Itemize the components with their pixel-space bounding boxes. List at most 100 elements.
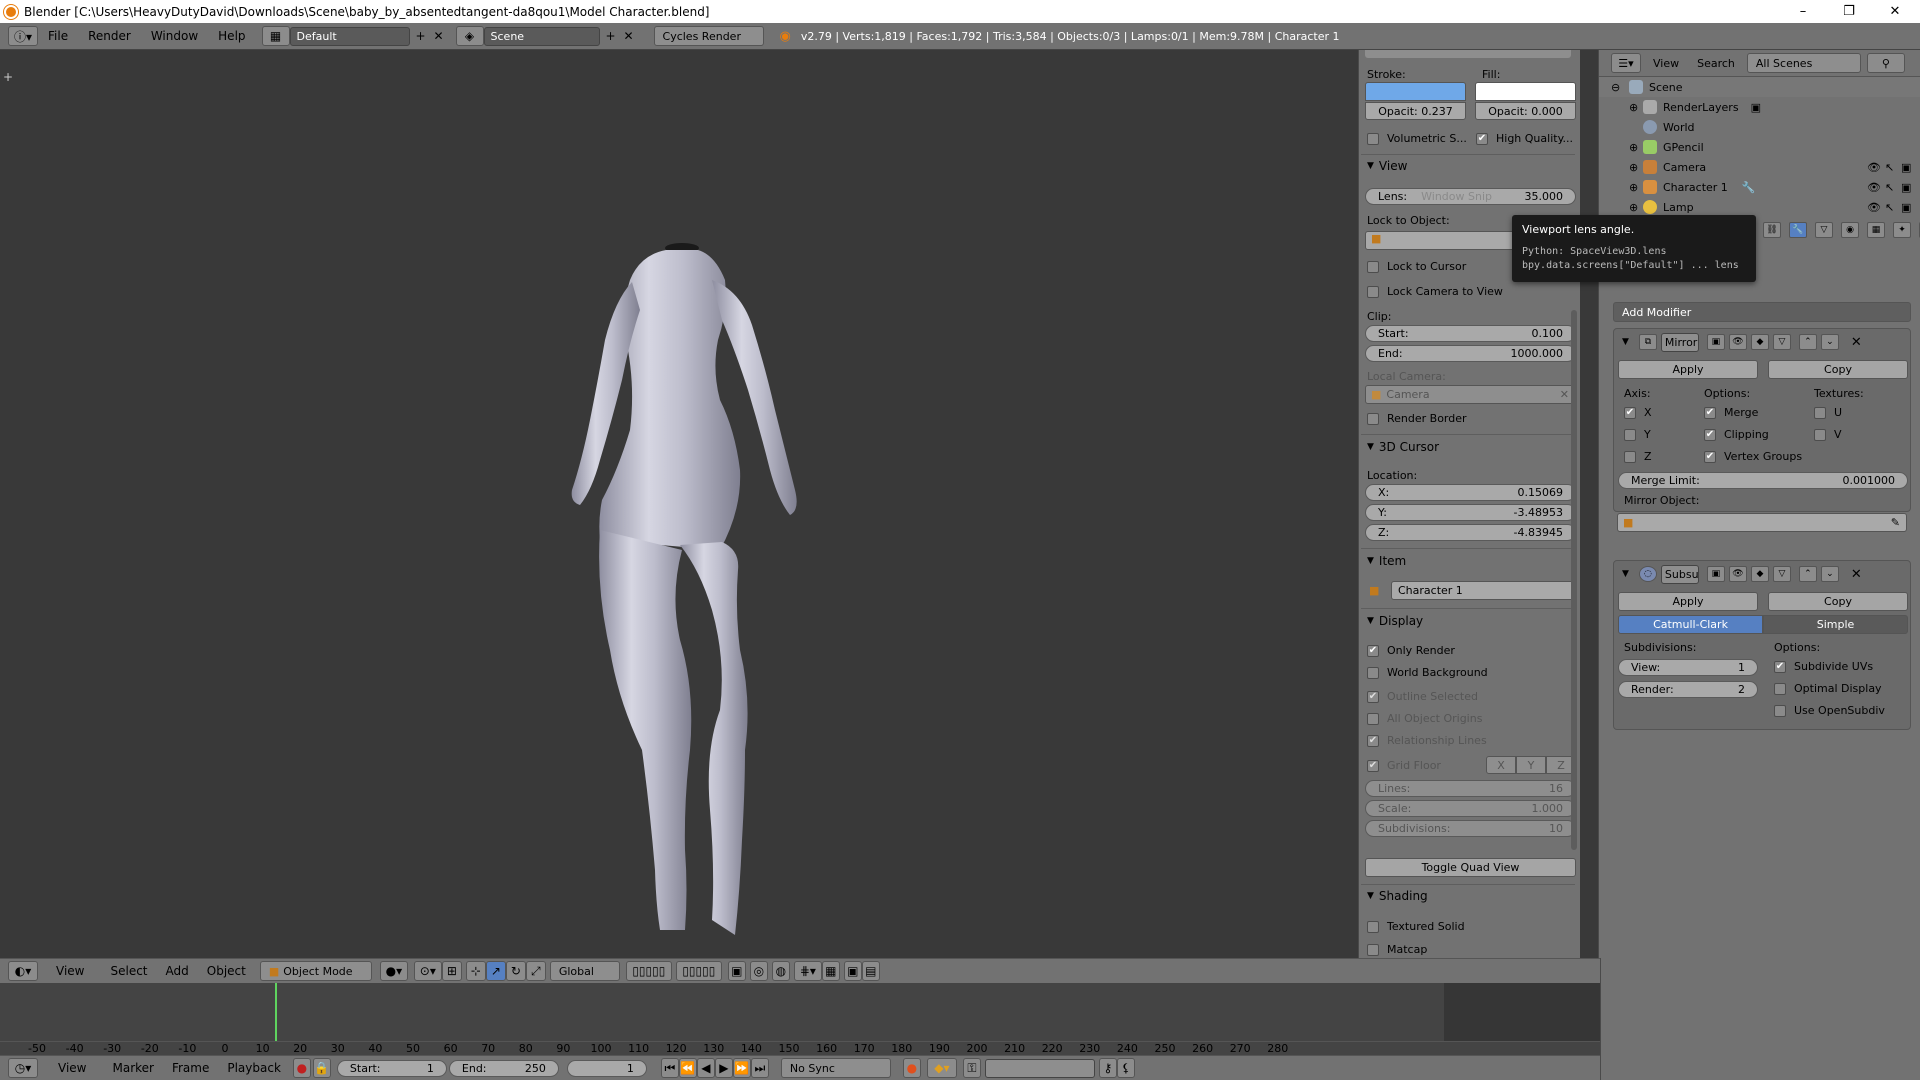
texture-v-checkbox[interactable]: V <box>1814 428 1842 441</box>
cursor-z-field[interactable]: Z: -4.83945 <box>1365 524 1576 541</box>
outliner-search-menu[interactable]: Search <box>1697 57 1735 70</box>
prev-keyframe-icon[interactable]: ⏪ <box>678 1058 697 1078</box>
play-reverse-icon[interactable]: ◀ <box>696 1058 715 1078</box>
render-engine-dropdown[interactable]: Cycles Render <box>653 26 764 46</box>
manipulator-icon[interactable]: ⊹ <box>465 961 486 981</box>
expand-icon[interactable]: ⊕ <box>1629 181 1643 194</box>
outliner-view-menu[interactable]: View <box>1653 57 1679 70</box>
subsurf-copy-button[interactable]: Copy <box>1768 592 1908 611</box>
grid-y-toggle[interactable]: Y <box>1516 756 1546 774</box>
mirror-object-field[interactable]: ■ ✎ <box>1617 513 1907 532</box>
grid-subdivisions-field[interactable]: Subdivisions: 10 <box>1365 820 1576 837</box>
renderable-camera-icon[interactable]: ▣ <box>1901 161 1911 174</box>
play-icon[interactable]: ▶ <box>714 1058 733 1078</box>
item-name-field[interactable]: Character 1 <box>1391 581 1576 600</box>
add-modifier-dropdown[interactable]: Add Modifier <box>1613 302 1911 322</box>
insert-key-icon[interactable]: ⚷ <box>1098 1058 1117 1078</box>
clip-end-field[interactable]: End: 1000.000 <box>1365 345 1576 362</box>
menu-file[interactable]: File <box>38 29 78 43</box>
grid-lines-field[interactable]: Lines: 16 <box>1365 780 1576 797</box>
timeline-frame-menu[interactable]: Frame <box>172 1061 209 1075</box>
textured-solid-checkbox[interactable]: Textured Solid <box>1367 920 1465 933</box>
menu-window[interactable]: Window <box>141 29 208 43</box>
outliner-editor-icon[interactable]: ☰▾ <box>1611 53 1641 73</box>
clip-start-field[interactable]: Start: 0.100 <box>1365 325 1576 342</box>
particles-tab-icon[interactable]: ✦ <box>1893 222 1911 238</box>
mirror-copy-button[interactable]: Copy <box>1768 360 1908 379</box>
scene-field[interactable]: Scene <box>483 26 600 46</box>
stroke-color-swatch[interactable] <box>1365 82 1466 101</box>
constraints-tab-icon[interactable]: ⛓ <box>1763 222 1781 238</box>
texture-tab-icon[interactable]: ▦ <box>1867 222 1885 238</box>
lock-to-cursor-checkbox[interactable]: Lock to Cursor <box>1367 260 1466 273</box>
show-in-render-icon[interactable]: ▣ <box>1706 334 1725 350</box>
visibility-eye-icon[interactable]: 👁 <box>1867 181 1881 194</box>
close-button[interactable]: ✕ <box>1872 0 1918 23</box>
outline-selected-checkbox[interactable]: ✔ Outline Selected <box>1367 690 1478 703</box>
outliner-row-world[interactable]: World <box>1599 117 1920 137</box>
catmull-clark-toggle[interactable]: Catmull-Clark <box>1618 615 1763 634</box>
lens-field[interactable]: Lens: Window Snip 35.000 <box>1365 188 1576 205</box>
outliner-row-renderlayers[interactable]: ⊕ RenderLayers ▣ <box>1599 97 1920 117</box>
lock-layers-icon[interactable]: ▣ <box>727 961 746 981</box>
shading-panel-header[interactable]: ▼ Shading <box>1367 889 1428 903</box>
end-frame-field[interactable]: End: 250 <box>448 1059 559 1077</box>
all-object-origins-checkbox[interactable]: All Object Origins <box>1367 712 1482 725</box>
subsurf-render-field[interactable]: Render: 2 <box>1618 681 1758 698</box>
timeline-view-menu[interactable]: View <box>58 1061 86 1075</box>
object-mode-dropdown[interactable]: ■ Object Mode <box>259 961 372 981</box>
delete-key-icon[interactable]: ⚸ <box>1116 1058 1135 1078</box>
renderable-camera-icon[interactable]: ▣ <box>1901 181 1911 194</box>
clear-icon[interactable]: ✕ <box>1560 388 1569 401</box>
subsurf-view-field[interactable]: View: 1 <box>1618 659 1758 676</box>
visibility-eye-icon[interactable]: 👁 <box>1867 161 1881 174</box>
viewport-object-menu[interactable]: Object <box>207 964 246 978</box>
outliner-row-scene[interactable]: ⊖ Scene <box>1599 77 1920 97</box>
minimize-button[interactable]: – <box>1780 0 1826 23</box>
simple-toggle[interactable]: Simple <box>1763 615 1908 634</box>
insert-keyframe-icon[interactable]: ⚿ <box>962 1058 981 1078</box>
texture-u-checkbox[interactable]: U <box>1814 406 1842 419</box>
snap-element-icon[interactable]: ⋕▾ <box>793 961 822 981</box>
current-frame-indicator[interactable] <box>275 983 277 1041</box>
record-icon[interactable]: ● <box>292 1058 311 1078</box>
remove-scene-icon[interactable]: ✕ <box>619 26 638 46</box>
optimal-display-checkbox[interactable]: Optimal Display <box>1774 682 1882 695</box>
display-panel-header[interactable]: ▼ Display <box>1367 614 1423 628</box>
show-in-render-icon[interactable]: ▣ <box>1706 566 1725 582</box>
toggle-quad-view-button[interactable]: Toggle Quad View <box>1365 858 1576 877</box>
axis-x-checkbox[interactable]: ✔ X <box>1624 406 1652 419</box>
remove-layout-icon[interactable]: ✕ <box>429 26 448 46</box>
panel-scrollbar[interactable] <box>1571 310 1577 850</box>
render-border-checkbox[interactable]: Render Border <box>1367 412 1467 425</box>
fill-color-swatch[interactable] <box>1475 82 1576 101</box>
move-up-icon[interactable]: ⌃ <box>1798 334 1817 350</box>
show-in-viewport-icon[interactable]: 👁 <box>1728 566 1747 582</box>
character-mesh[interactable] <box>0 50 1358 958</box>
lock-camera-checkbox[interactable]: Lock Camera to View <box>1367 285 1503 298</box>
merge-checkbox[interactable]: ✔ Merge <box>1704 406 1758 419</box>
proportional-edit-icon[interactable]: ◎ <box>749 961 768 981</box>
grid-scale-field[interactable]: Scale: 1.000 <box>1365 800 1576 817</box>
outliner-row-gpencil[interactable]: ⊕ GPencil <box>1599 137 1920 157</box>
selectable-cursor-icon[interactable]: ↖ <box>1885 161 1894 174</box>
move-down-icon[interactable]: ⌄ <box>1820 334 1839 350</box>
viewport-view-menu[interactable]: View <box>56 964 84 978</box>
timeline-playback-menu[interactable]: Playback <box>227 1061 281 1075</box>
viewport-shading-icon[interactable]: ●▾ <box>379 961 408 981</box>
outliner-row-camera[interactable]: ⊕ Camera 👁 ↖ ▣ <box>1599 157 1920 177</box>
data-tab-icon[interactable]: ▽ <box>1815 222 1833 238</box>
start-frame-field[interactable]: Start: 1 <box>336 1059 447 1077</box>
mirror-apply-button[interactable]: Apply <box>1618 360 1758 379</box>
menu-render[interactable]: Render <box>78 29 141 43</box>
outliner-row-lamp[interactable]: ⊕ Lamp 👁 ↖ ▣ <box>1599 197 1920 215</box>
remove-modifier-icon[interactable]: ✕ <box>1851 335 1862 350</box>
selectable-cursor-icon[interactable]: ↖ <box>1885 181 1894 194</box>
add-layout-icon[interactable]: + <box>411 26 430 46</box>
next-keyframe-icon[interactable]: ⏩ <box>732 1058 751 1078</box>
auto-keying-icon[interactable]: ● <box>902 1058 921 1078</box>
3d-cursor-panel-header[interactable]: ▼ 3D Cursor <box>1367 440 1439 454</box>
subsurf-name-field[interactable]: Subsu <box>1660 564 1699 584</box>
transform-orientation-dropdown[interactable]: Global <box>549 961 620 981</box>
3d-viewport[interactable]: + <box>0 50 1358 958</box>
